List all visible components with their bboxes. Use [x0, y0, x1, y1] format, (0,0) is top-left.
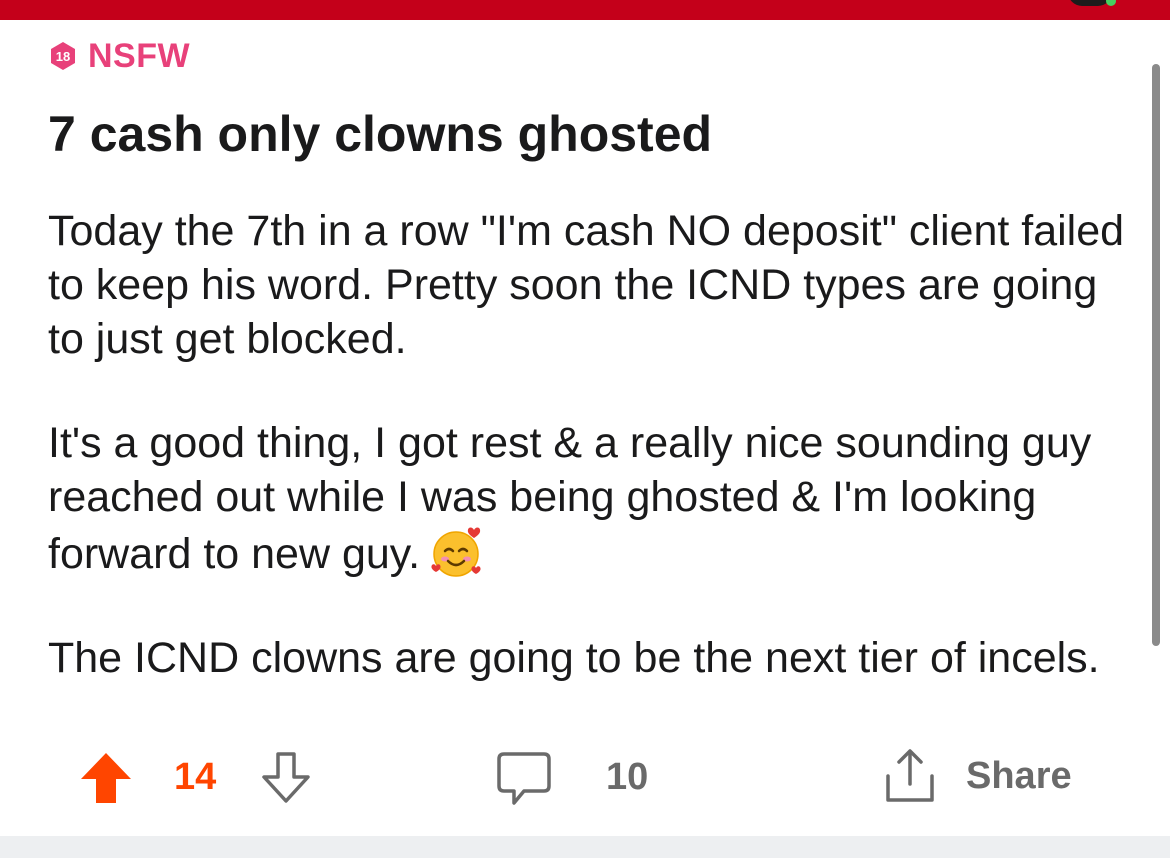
post-paragraph-2: It's a good thing, I got rest & a really…	[48, 416, 1138, 581]
vote-score: 14	[174, 756, 217, 798]
comment-count: 10	[606, 756, 649, 798]
post-title: 7 cash only clowns ghosted	[48, 106, 713, 162]
downvote-button[interactable]	[258, 750, 314, 806]
nsfw-tag: 18 NSFW	[48, 36, 191, 75]
online-status-dot	[1106, 0, 1116, 6]
upvote-arrow-icon	[81, 753, 131, 803]
nsfw-label: NSFW	[88, 36, 191, 75]
share-icon	[886, 749, 934, 802]
nsfw-badge-text: 18	[56, 49, 70, 64]
post-body: Today the 7th in a row "I'm cash NO depo…	[48, 204, 1138, 735]
upvote-button[interactable]	[78, 750, 134, 806]
nsfw-18-badge-icon: 18	[51, 42, 75, 70]
post-paragraph-3: The ICND clowns are going to be the next…	[48, 634, 1100, 682]
comment-bubble-icon	[497, 752, 551, 805]
downvote-arrow-icon	[262, 752, 310, 803]
post-paragraph-2-text: It's a good thing, I got rest & a really…	[48, 419, 1092, 578]
comments-button[interactable]	[494, 748, 554, 808]
post-paragraph-1: Today the 7th in a row "I'm cash NO depo…	[48, 207, 1125, 363]
post-detail-screen: 18 NSFW 7 cash only clowns ghosted Today…	[0, 0, 1170, 858]
scrollbar[interactable]	[1152, 64, 1160, 646]
share-button[interactable]: Share	[880, 746, 1072, 806]
top-bar	[0, 0, 1170, 20]
smiling-face-with-hearts-icon	[431, 527, 481, 577]
share-label: Share	[966, 754, 1072, 797]
footer-divider	[0, 836, 1170, 858]
post-action-bar: 14 10 Share	[0, 740, 1170, 820]
